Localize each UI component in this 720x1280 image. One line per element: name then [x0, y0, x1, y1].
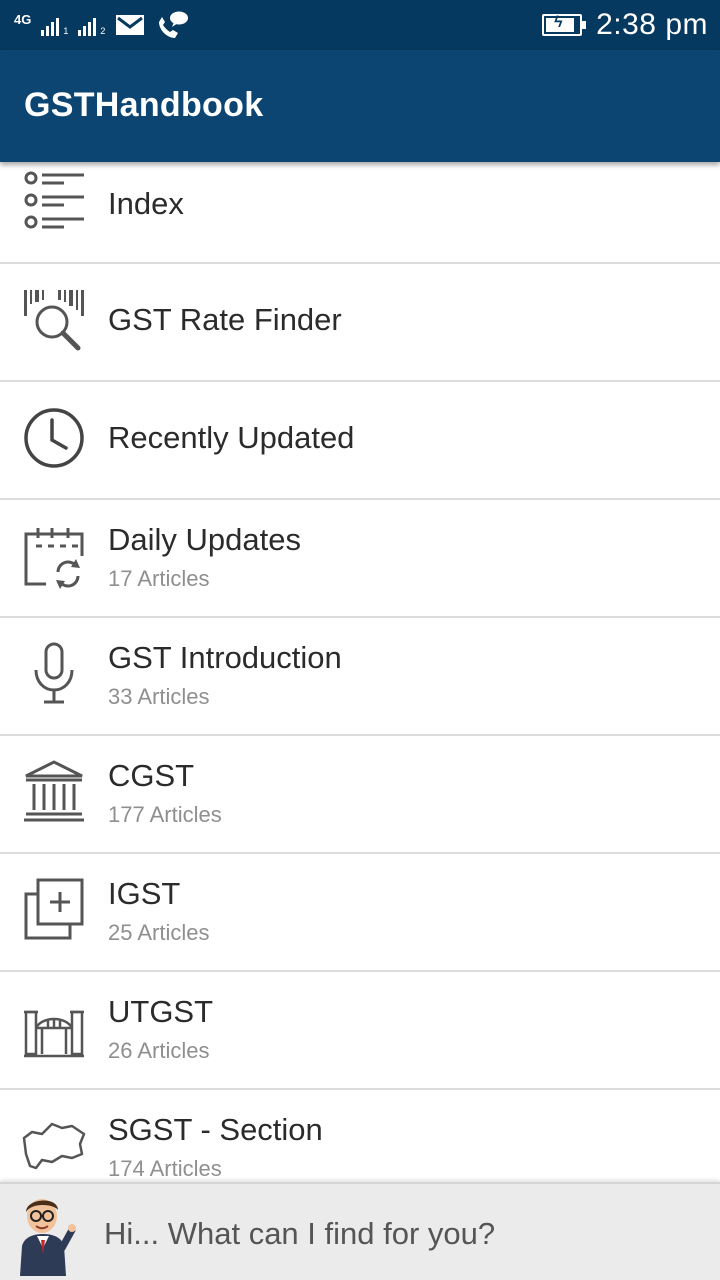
clock-icon	[22, 406, 86, 470]
barcode-search-icon	[22, 288, 86, 352]
menu-item-title: Index	[108, 186, 184, 221]
menu-item-title: Daily Updates	[108, 522, 301, 557]
menu-item-recently-updated[interactable]: Recently Updated	[0, 382, 720, 500]
signal-sim1-icon: 1	[41, 14, 68, 36]
list-index-icon	[22, 166, 86, 230]
calendar-refresh-icon	[22, 526, 86, 590]
signal-sim2-icon: 2	[78, 14, 105, 36]
menu-list[interactable]: Index GST Rate Finder Recently Updated D…	[0, 162, 720, 1182]
add-layers-icon	[22, 878, 86, 942]
app-bar: GSTHandbook	[0, 50, 720, 162]
menu-item-subtitle: 26 Articles	[108, 1038, 210, 1063]
menu-item-igst[interactable]: IGST 25 Articles	[0, 854, 720, 972]
menu-item-cgst[interactable]: CGST 177 Articles	[0, 736, 720, 854]
call-message-icon	[155, 10, 189, 40]
menu-item-subtitle: 177 Articles	[108, 802, 222, 827]
menu-item-daily-updates[interactable]: Daily Updates 17 Articles	[0, 500, 720, 618]
status-time: 2:38 pm	[596, 8, 708, 41]
menu-item-title: UTGST	[108, 994, 214, 1029]
menu-item-title: IGST	[108, 876, 181, 911]
menu-item-title: GST Rate Finder	[108, 302, 342, 337]
state-map-icon	[22, 1116, 86, 1180]
menu-item-utgst[interactable]: UTGST 26 Articles	[0, 972, 720, 1090]
menu-item-gst-rate-finder[interactable]: GST Rate Finder	[0, 264, 720, 382]
microphone-icon	[22, 642, 86, 706]
menu-item-subtitle: 33 Articles	[108, 684, 210, 709]
menu-item-sgst-section[interactable]: SGST - Section 174 Articles	[0, 1090, 720, 1182]
network-type-label: 4G	[14, 11, 32, 27]
menu-item-gst-introduction[interactable]: GST Introduction 33 Articles	[0, 618, 720, 736]
sim1-index: 1	[63, 26, 69, 36]
government-building-icon	[22, 760, 86, 824]
menu-item-title: Recently Updated	[108, 420, 355, 455]
app-title: GSTHandbook	[24, 86, 264, 124]
status-left-group: 4G 1 2	[14, 8, 189, 42]
status-bar: 4G 1 2 ϟ 2:38 pm	[0, 0, 720, 50]
gateway-monument-icon	[22, 998, 86, 1062]
menu-item-subtitle: 17 Articles	[108, 566, 210, 591]
gmail-icon	[115, 14, 145, 36]
sim2-index: 2	[100, 26, 106, 36]
status-right-group: ϟ 2:38 pm	[542, 0, 708, 50]
menu-item-subtitle: 25 Articles	[108, 920, 210, 945]
menu-item-index[interactable]: Index	[0, 162, 720, 264]
battery-charging-icon: ϟ	[542, 14, 587, 36]
menu-item-title: SGST - Section	[108, 1112, 323, 1147]
menu-item-title: CGST	[108, 758, 195, 793]
menu-item-title: GST Introduction	[108, 640, 342, 675]
assistant-avatar-icon[interactable]	[10, 1190, 76, 1276]
menu-item-subtitle: 174 Articles	[108, 1156, 222, 1181]
assistant-prompt-text[interactable]: Hi... What can I find for you?	[104, 1216, 495, 1252]
assistant-search-bar[interactable]: Hi... What can I find for you?	[0, 1182, 720, 1280]
